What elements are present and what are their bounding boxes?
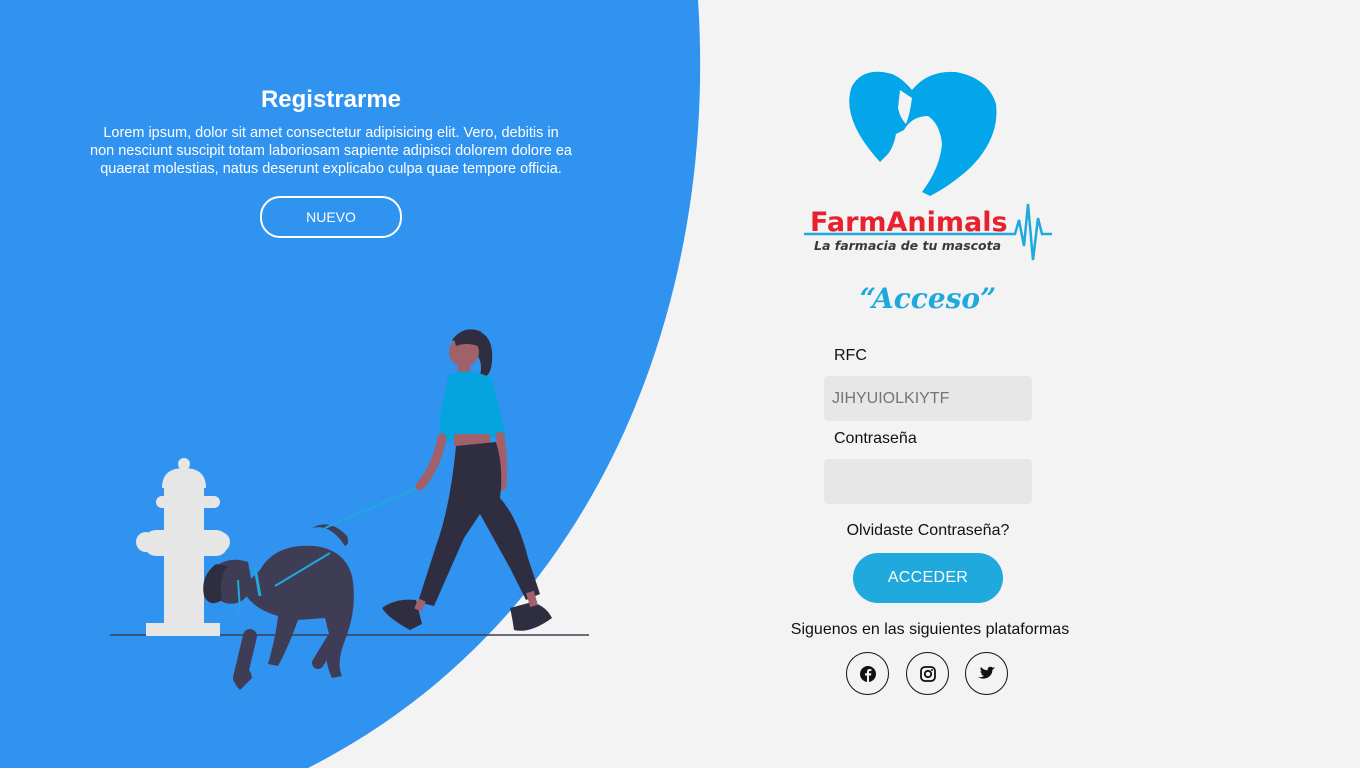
twitter-icon — [978, 666, 995, 679]
register-title: Registrarme — [260, 86, 402, 113]
brand-tagline: La farmacia de tu mascota — [814, 238, 1001, 253]
register-description: Lorem ipsum, dolor sit amet consectetur … — [90, 125, 572, 177]
twitter-button[interactable] — [965, 652, 1008, 695]
login-title: “Acceso” — [859, 282, 997, 315]
brand-name: FarmAnimals — [810, 207, 1008, 238]
login-button[interactable]: ACCEDER — [853, 553, 1003, 603]
social-title: Siguenos en las siguientes plataformas — [790, 621, 1070, 638]
password-label: Contraseña — [834, 430, 917, 447]
facebook-icon — [859, 665, 876, 682]
instagram-button[interactable] — [906, 652, 949, 695]
new-account-button[interactable]: NUEVO — [260, 196, 402, 238]
dog-walking-illustration — [110, 329, 589, 690]
hydrant-icon — [136, 458, 230, 636]
rfc-input[interactable] — [824, 376, 1032, 421]
login-page: Registrarme Lorem ipsum, dolor sit amet … — [0, 0, 1360, 768]
facebook-button[interactable] — [846, 652, 889, 695]
forgot-password-link[interactable]: Olvidaste Contraseña? — [828, 522, 1028, 540]
register-panel: Registrarme Lorem ipsum, dolor sit amet … — [90, 84, 572, 238]
woman-icon — [382, 329, 552, 631]
farmanimals-logo: FarmAnimals La farmacia de tu mascota — [804, 71, 1052, 261]
rfc-label: RFC — [834, 347, 867, 364]
leash — [324, 485, 423, 529]
instagram-icon — [919, 665, 936, 682]
password-input[interactable] — [824, 459, 1032, 504]
